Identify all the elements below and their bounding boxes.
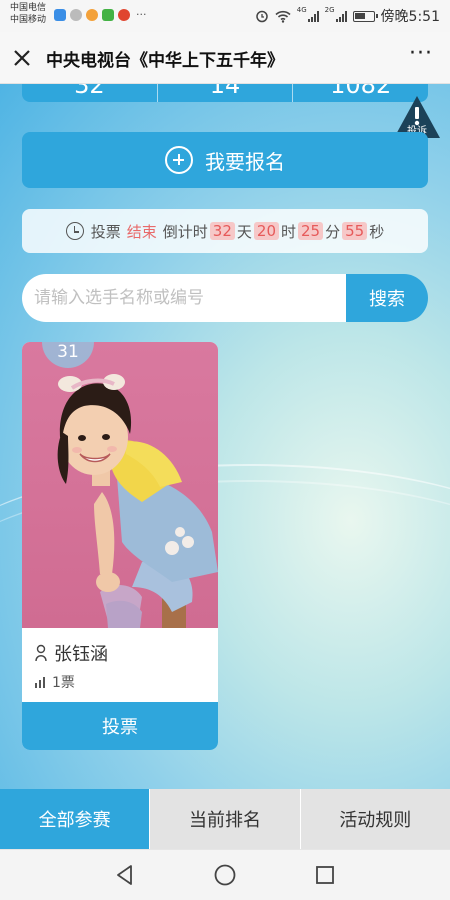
countdown-days: 32 (209, 222, 235, 240)
countdown-prefix: 投票 (90, 222, 121, 241)
app-notification-icon (118, 9, 130, 21)
more-dots-icon: ··· (409, 41, 433, 66)
vote-countdown: 投票 结束 倒计时 32 天 20 时 25 分 55 秒 (22, 209, 428, 253)
contestant-photo-image (22, 342, 218, 628)
countdown-seconds: 55 (342, 222, 368, 240)
carrier-2: 中国移动 (10, 15, 47, 25)
contestant-photo[interactable]: 31 (22, 342, 218, 628)
contestant-name: 张钰涵 (54, 644, 108, 665)
notification-icons: ··· (54, 9, 147, 21)
plus-circle-icon (165, 146, 193, 174)
recent-apps-button[interactable] (313, 863, 337, 887)
wechat-icon (70, 9, 82, 21)
seconds-unit: 秒 (369, 222, 385, 241)
carrier-info: 中国电信 中国移动 (10, 2, 46, 26)
contestant-votes: 1票 (52, 675, 75, 691)
status-indicators: 4G 2G 傍晚5:51 (255, 6, 440, 26)
hours-unit: 时 (281, 222, 297, 241)
signal-icon (335, 10, 347, 22)
tab-all-entries[interactable]: 全部参赛 (0, 789, 150, 849)
contestant-votes-row: 1票 (34, 672, 75, 692)
home-button[interactable] (213, 863, 237, 887)
signup-label: 我要报名 (205, 149, 285, 174)
search-input[interactable] (22, 274, 346, 322)
back-button[interactable] (113, 863, 137, 887)
contestant-info: 张钰涵 1票 (22, 628, 218, 702)
carrier-1: 中国电信 (10, 3, 47, 13)
tab-rules[interactable]: 活动规则 (299, 789, 450, 849)
stats-bar: 32 14 1082 (22, 84, 428, 102)
days-unit: 天 (236, 222, 252, 241)
network-type-2: 2G (324, 6, 335, 14)
battery-icon (352, 10, 378, 22)
title-bar: 中央电视台《中华上下五千年》 ··· (0, 32, 450, 84)
home-circle-icon (214, 864, 236, 886)
minutes-unit: 分 (325, 222, 341, 241)
clock: 傍晚5:51 (380, 9, 440, 25)
more-menu-button[interactable]: ··· (404, 41, 438, 72)
clock-icon (65, 222, 84, 240)
message-icon (102, 9, 114, 21)
status-bar: 中国电信 中国移动 ··· 4G 2G 傍晚5:51 (0, 0, 450, 32)
more-notifications-icon: ··· (136, 8, 147, 21)
contestant-card[interactable]: 31 张钰涵 1票 投票 (22, 342, 218, 750)
back-triangle-icon (117, 865, 132, 885)
wifi-icon (275, 10, 291, 23)
bottom-tabs: 全部参赛 当前排名 活动规则 (0, 789, 450, 849)
bar-chart-icon (35, 677, 45, 688)
app-notification-icon (54, 9, 66, 21)
stat-participants: 32 (22, 84, 158, 102)
search-button[interactable]: 搜索 (346, 274, 428, 322)
browser-icon (86, 9, 98, 21)
countdown-hours: 20 (253, 222, 279, 240)
close-icon (14, 50, 30, 66)
main-content[interactable]: 32 14 1082 投诉 我要报名 投票 结束 倒计时 32 天 20 时 2… (0, 84, 450, 789)
person-icon (35, 644, 47, 662)
alarm-icon (256, 10, 268, 23)
contestant-name-row: 张钰涵 (34, 640, 108, 666)
search-bar: 搜索 (22, 274, 428, 322)
countdown-status: 结束 (126, 222, 157, 241)
tab-current-ranking[interactable]: 当前排名 (149, 789, 300, 849)
recent-square-icon (316, 866, 334, 884)
system-navigation-bar (0, 849, 450, 900)
countdown-minutes: 25 (298, 222, 324, 240)
signup-button[interactable]: 我要报名 (22, 132, 428, 188)
page-title: 中央电视台《中华上下五千年》 (46, 51, 284, 71)
close-button[interactable] (8, 44, 36, 72)
countdown-label: 倒计时 (162, 222, 208, 241)
network-type-1: 4G (296, 6, 307, 14)
signal-icon (307, 10, 319, 22)
vote-button[interactable]: 投票 (22, 702, 218, 750)
stat-votes: 14 (158, 84, 294, 102)
